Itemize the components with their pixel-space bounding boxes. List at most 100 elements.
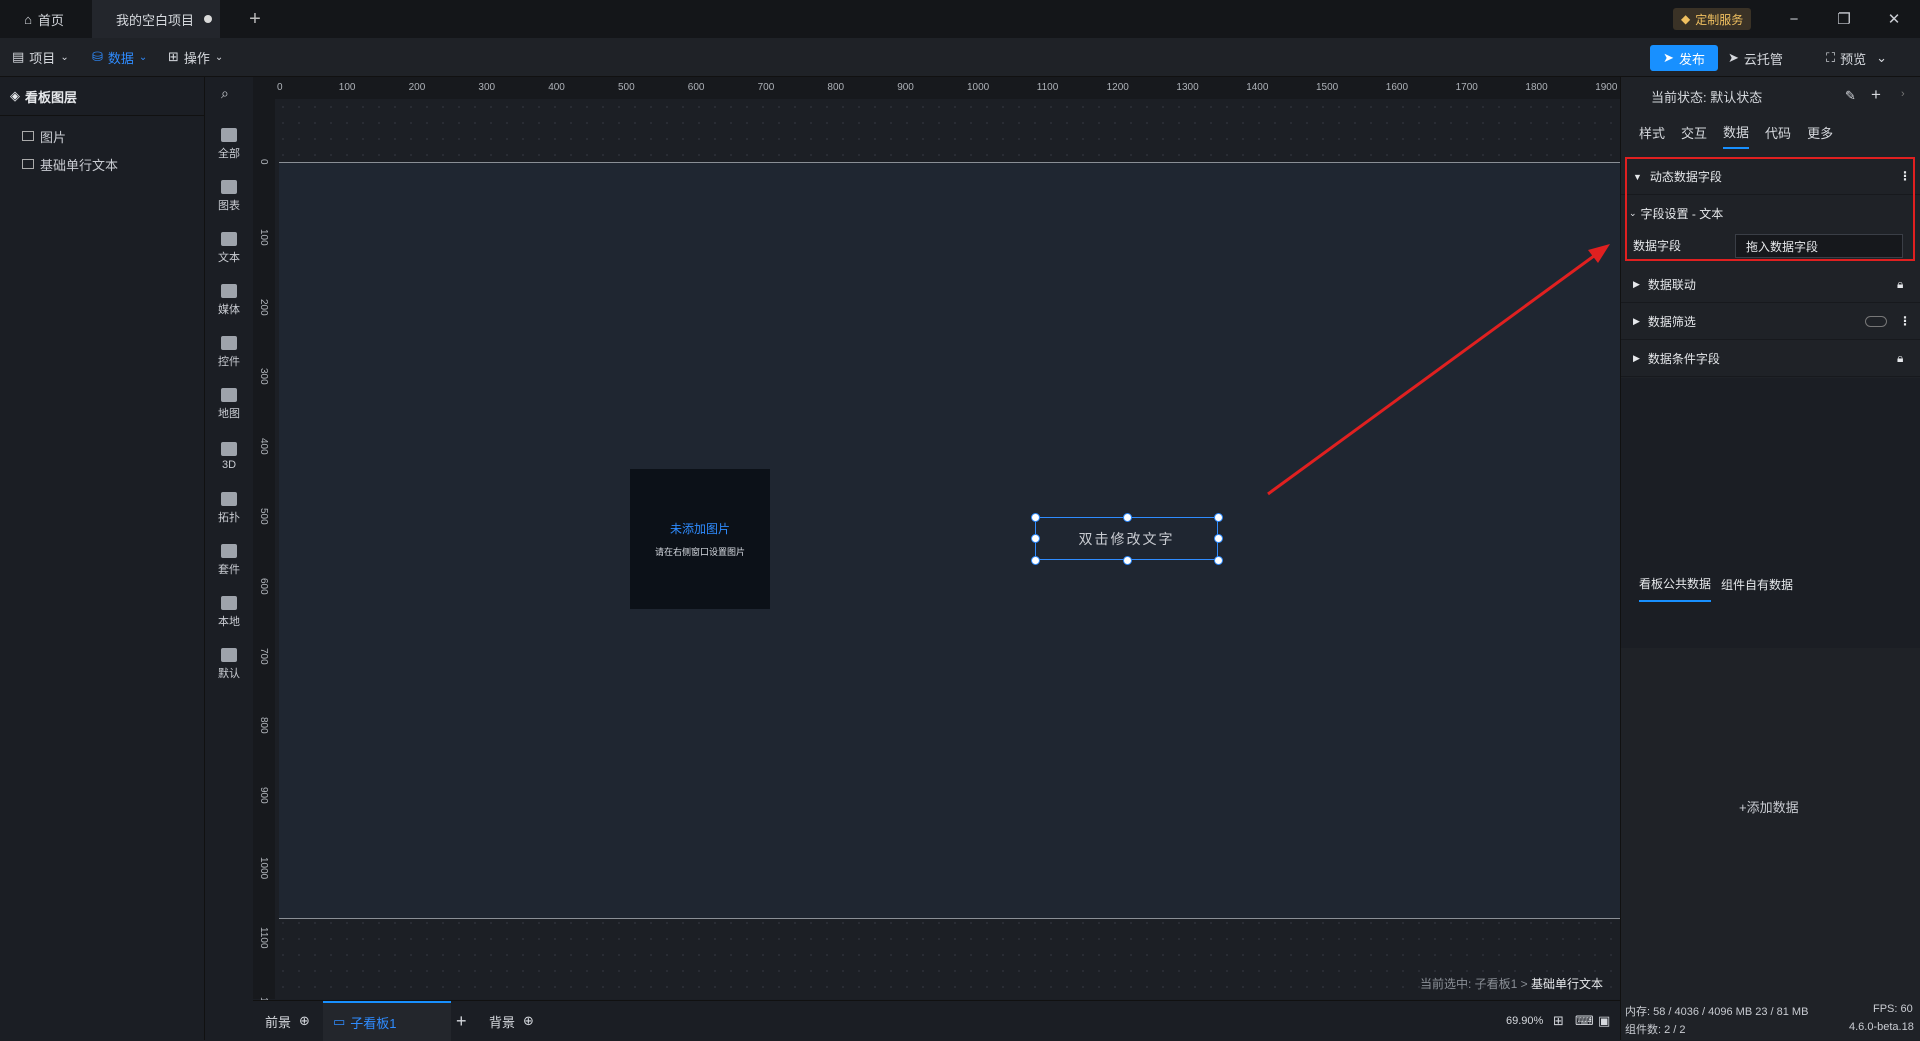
chevron-right-icon[interactable]: › <box>1901 88 1905 100</box>
ruler-tick-label: 1200 <box>1106 82 1129 93</box>
state-label: 当前状态: 默认状态 <box>1651 89 1763 105</box>
section-data-filter[interactable]: ▶ 数据筛选 ⋮ <box>1621 304 1920 340</box>
layer-item-text[interactable]: 基础单行文本 <box>0 150 204 178</box>
component-map[interactable]: 地图 <box>205 379 253 429</box>
cloud-label: 云托管 <box>1743 51 1783 67</box>
add-tab-button[interactable]: + <box>240 0 270 38</box>
background-label: 背景 <box>489 1014 516 1030</box>
tab-component-own-data[interactable]: 组件自有数据 <box>1721 567 1793 601</box>
zoom-level[interactable]: 69.90% <box>1506 1001 1543 1041</box>
toolbar: ▤ 项目 ⌄ ⛁ 数据 ⌄ ⊞ 操作 ⌄ ➤ 发布 ➤ 云托管 ⛶ 预览 ⌄ <box>0 38 1920 77</box>
add-circle-icon[interactable]: ⊕ <box>299 1013 310 1029</box>
resize-handle[interactable] <box>1214 534 1223 543</box>
data-source-tabs: 看板公共数据 组件自有数据 <box>1621 566 1920 602</box>
current-selection-info: 当前选中: 子看板1 > 基础单行文本 <box>1420 975 1603 992</box>
custom-service-button[interactable]: ◆ 定制服务 <box>1673 8 1752 30</box>
component-label: 文本 <box>218 251 240 264</box>
add-board-button[interactable]: + <box>456 1001 467 1041</box>
component-default[interactable]: 默认 <box>205 639 253 689</box>
preview-label: 预览 <box>1840 51 1867 67</box>
menu-operation[interactable]: ⊞ 操作 ⌄ <box>168 38 223 76</box>
fit-screen-icon[interactable]: ⊞ <box>1553 1001 1564 1041</box>
sub-board[interactable] <box>279 162 1620 919</box>
tab-more[interactable]: 更多 <box>1807 115 1833 149</box>
edit-icon[interactable]: ✎ <box>1845 88 1856 104</box>
layer-item-image[interactable]: 图片 <box>0 122 204 150</box>
ruler-tick-label: 1900 <box>1595 82 1618 93</box>
cloud-hosting-button[interactable]: ➤ 云托管 <box>1728 45 1783 71</box>
section-data-linkage[interactable]: ▶ 数据联动 🔒︎ <box>1621 267 1920 303</box>
tab-foreground[interactable]: 前景 ⊕ <box>265 1001 310 1041</box>
resize-handle[interactable] <box>1031 556 1040 565</box>
resize-handle[interactable] <box>1214 513 1223 522</box>
publish-button[interactable]: ➤ 发布 <box>1650 45 1718 71</box>
component-chart[interactable]: 图表 <box>205 171 253 221</box>
text-widget[interactable]: 双击修改文字 <box>1035 517 1218 560</box>
menu-data[interactable]: ⛁ 数据 ⌄ <box>92 38 147 76</box>
tab-style[interactable]: 样式 <box>1639 115 1665 149</box>
component-topology[interactable]: 拓扑 <box>205 483 253 533</box>
component-label: 控件 <box>218 355 240 368</box>
selection-prefix: 当前选中: 子看板1 > <box>1420 977 1532 991</box>
resize-handle[interactable] <box>1031 513 1040 522</box>
filter-toggle[interactable] <box>1865 316 1887 327</box>
component-control[interactable]: 控件 <box>205 327 253 377</box>
image-widget[interactable]: 未添加图片 请在右侧窗口设置图片 <box>630 469 770 609</box>
tab-interaction[interactable]: 交互 <box>1681 115 1707 149</box>
send-icon: ➤ <box>1728 50 1739 65</box>
text-icon <box>221 231 237 246</box>
chevron-down-icon: ⌄ <box>1876 50 1888 65</box>
add-circle-icon[interactable]: ⊕ <box>523 1013 534 1029</box>
component-count: 组件数: 2 / 2 <box>1625 1024 1686 1036</box>
ruler-tick-label: 600 <box>687 82 705 93</box>
tab-background[interactable]: 背景 ⊕ <box>489 1001 534 1041</box>
resize-handle[interactable] <box>1123 513 1132 522</box>
tab-code[interactable]: 代码 <box>1765 115 1791 149</box>
status-bar: 内存: 58 / 4036 / 4096 MB 23 / 81 MB FPS: … <box>1621 999 1920 1040</box>
menu-data-label: 数据 <box>107 50 134 66</box>
tab-project[interactable]: 我的空白项目 <box>92 0 220 38</box>
menu-project[interactable]: ▤ 项目 ⌄ <box>12 38 69 76</box>
caret-right-icon: ▶ <box>1633 353 1640 363</box>
chart-icon <box>221 179 237 194</box>
chevron-down-icon: ⌄ <box>138 51 148 63</box>
layers-header: ◈ 看板图层 <box>0 77 204 116</box>
section-label: 数据筛选 <box>1647 315 1696 329</box>
minimize-button[interactable]: − <box>1770 0 1818 38</box>
component-label: 全部 <box>218 147 240 160</box>
selection-name: 基础单行文本 <box>1531 977 1604 991</box>
unsaved-dot-icon <box>204 15 213 23</box>
more-vertical-icon[interactable]: ⋮ <box>1899 314 1911 328</box>
component-media[interactable]: 媒体 <box>205 275 253 325</box>
component-3d[interactable]: 3D <box>205 431 253 481</box>
close-button[interactable]: ✕ <box>1870 0 1918 38</box>
add-icon[interactable]: + <box>1871 85 1881 105</box>
component-kit[interactable]: 套件 <box>205 535 253 585</box>
ruler-tick-label: 300 <box>258 368 269 386</box>
keyboard-icon[interactable]: ⌨ <box>1575 1001 1594 1041</box>
component-all[interactable]: 全部 <box>205 119 253 169</box>
caret-right-icon: ▶ <box>1633 316 1640 326</box>
map-icon <box>221 387 237 402</box>
add-data-button[interactable]: +添加数据 <box>1739 797 1799 816</box>
tab-data[interactable]: 数据 <box>1723 115 1750 149</box>
component-text[interactable]: 文本 <box>205 223 253 273</box>
ruler-tick-label: 1300 <box>1176 82 1199 93</box>
tab-sub-board[interactable]: ▭ 子看板1 <box>323 1001 451 1041</box>
image-placeholder-hint: 请在右侧窗口设置图片 <box>654 547 745 557</box>
section-data-condition[interactable]: ▶ 数据条件字段 🔒︎ <box>1621 341 1920 377</box>
highlight-box <box>1625 157 1915 261</box>
search-icon[interactable]: ⌕ <box>221 85 229 102</box>
tab-home[interactable]: ⌂ 首页 <box>0 0 88 38</box>
maximize-button[interactable]: ❐ <box>1820 0 1868 38</box>
tab-board-public-data[interactable]: 看板公共数据 <box>1639 566 1712 602</box>
component-local[interactable]: 本地 <box>205 587 253 637</box>
preview-button[interactable]: ⛶ 预览 ⌄ <box>1826 45 1887 71</box>
terminal-icon[interactable]: ▣ <box>1598 1001 1610 1041</box>
grid-icon <box>221 127 237 142</box>
resize-handle[interactable] <box>1031 534 1040 543</box>
resize-handle[interactable] <box>1123 556 1132 565</box>
fullscreen-icon: ⛶ <box>1826 50 1836 65</box>
resize-handle[interactable] <box>1214 556 1223 565</box>
menu-operation-label: 操作 <box>183 50 210 66</box>
